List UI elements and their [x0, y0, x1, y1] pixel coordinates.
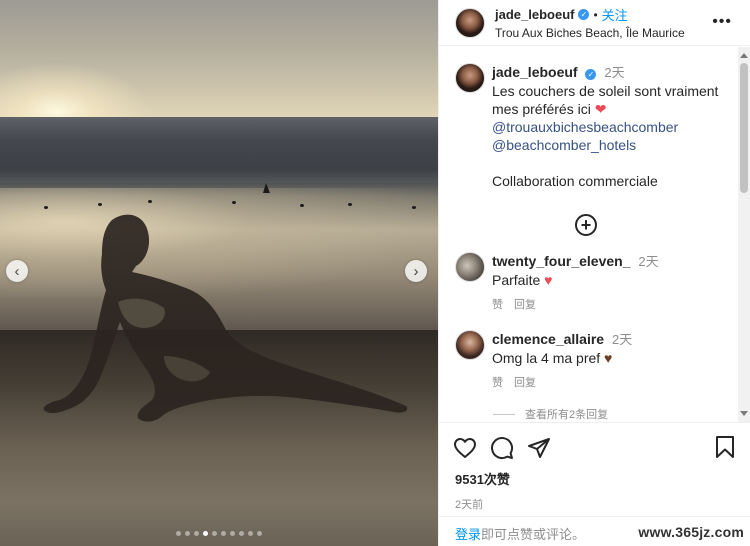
- login-link[interactable]: 登录: [455, 527, 481, 542]
- comment-username[interactable]: twenty_four_eleven_: [492, 253, 631, 269]
- location-link[interactable]: Trou Aux Biches Beach, Île Maurice: [495, 26, 685, 40]
- separator-dot: •: [593, 7, 598, 22]
- header-username[interactable]: jade_leboeuf: [495, 7, 574, 22]
- scrollbar-thumb[interactable]: [740, 63, 748, 193]
- post-timestamp[interactable]: 2天前: [439, 496, 750, 512]
- post-photo[interactable]: ‹ ›: [0, 0, 438, 546]
- heart-emoji-icon: ❤: [594, 101, 607, 117]
- carousel-dot: [230, 531, 235, 536]
- carousel-dot: [221, 531, 226, 536]
- comment-time: 2天: [611, 332, 633, 347]
- comment-reply-button[interactable]: 回复: [514, 374, 536, 392]
- verified-badge-icon: ✓: [585, 69, 597, 80]
- carousel-dot: [203, 531, 208, 536]
- buoy: [148, 200, 152, 203]
- heart-emoji-icon: ♥: [604, 350, 613, 366]
- comment-text: Omg la 4 ma pref: [492, 350, 601, 366]
- follow-button[interactable]: 关注: [602, 5, 628, 24]
- post-header: jade_leboeuf ✓ • 关注 Trou Aux Biches Beac…: [439, 0, 750, 46]
- paper-plane-icon[interactable]: [527, 436, 564, 460]
- buoy: [98, 203, 102, 206]
- carousel-dot: [248, 531, 253, 536]
- comments-scrollbar[interactable]: [738, 47, 750, 422]
- comment-username[interactable]: clemence_allaire: [492, 331, 604, 347]
- person-silhouette: [43, 214, 408, 422]
- more-options-icon[interactable]: •••: [712, 13, 732, 31]
- buoy: [232, 201, 236, 204]
- avatar[interactable]: [455, 252, 485, 282]
- cloud-band: [0, 117, 438, 183]
- heart-emoji-icon: ♥: [544, 272, 553, 288]
- comment-text: Parfaite: [492, 272, 541, 288]
- scroll-down-arrow-icon[interactable]: [740, 411, 748, 416]
- caption-time: 2天: [604, 65, 625, 80]
- post-side-panel: jade_leboeuf ✓ • 关注 Trou Aux Biches Beac…: [438, 0, 750, 546]
- buoy: [412, 206, 416, 209]
- view-replies-label: 查看所有2条回复: [525, 409, 609, 421]
- bookmark-icon[interactable]: [715, 435, 735, 459]
- reply-divider: [493, 413, 515, 415]
- comment-like-button[interactable]: 赞: [492, 296, 503, 314]
- comment-time: 2天: [638, 254, 659, 269]
- like-count[interactable]: 9531次赞: [439, 469, 750, 488]
- comment-like-button[interactable]: 赞: [492, 374, 503, 392]
- avatar[interactable]: [455, 7, 485, 38]
- header-text: jade_leboeuf ✓ • 关注 Trou Aux Biches Beac…: [495, 5, 685, 40]
- site-watermark: www.365jz.com: [638, 524, 744, 540]
- comment-reply-button[interactable]: 回复: [514, 296, 536, 314]
- buoy: [300, 204, 304, 207]
- carousel-dot: [239, 531, 244, 536]
- buoy: [348, 203, 352, 206]
- caption: jade_leboeuf ✓ 2天 Les couchers de soleil…: [455, 63, 739, 190]
- boat-silhouette: [263, 183, 270, 193]
- chevron-left-icon[interactable]: ‹: [6, 260, 28, 282]
- comment-bubble-icon[interactable]: [490, 436, 527, 460]
- login-prompt-text: 即可点赞或评论。: [481, 527, 586, 542]
- carousel-dot: [185, 531, 190, 536]
- view-replies-button[interactable]: 查看所有2条回复: [493, 406, 739, 422]
- mention-link[interactable]: @beachcomber_hotels: [492, 136, 724, 154]
- avatar[interactable]: [455, 63, 485, 93]
- heart-outline-icon[interactable]: [453, 436, 490, 460]
- carousel-dot: [212, 531, 217, 536]
- comment-item: clemence_allaire 2天 Omg la 4 ma pref ♥ 赞…: [455, 330, 739, 392]
- carousel-indicator: [0, 531, 438, 536]
- verified-badge-icon: ✓: [578, 9, 590, 20]
- comment-item: twenty_four_eleven_ 2天 Parfaite ♥ 赞 回复: [455, 252, 739, 314]
- scroll-up-arrow-icon[interactable]: [740, 53, 748, 58]
- chevron-right-icon[interactable]: ›: [405, 260, 427, 282]
- avatar[interactable]: [455, 330, 485, 360]
- mention-link[interactable]: @trouauxbichesbeachcomber: [492, 118, 724, 136]
- carousel-dot: [194, 531, 199, 536]
- collab-label: Collaboration commerciale: [492, 173, 658, 189]
- comments-list[interactable]: jade_leboeuf ✓ 2天 Les couchers de soleil…: [439, 47, 739, 422]
- caption-username[interactable]: jade_leboeuf: [492, 64, 578, 80]
- load-more-comments-icon[interactable]: +: [575, 214, 597, 236]
- buoy: [44, 206, 48, 209]
- carousel-dot: [176, 531, 181, 536]
- carousel-dot: [257, 531, 262, 536]
